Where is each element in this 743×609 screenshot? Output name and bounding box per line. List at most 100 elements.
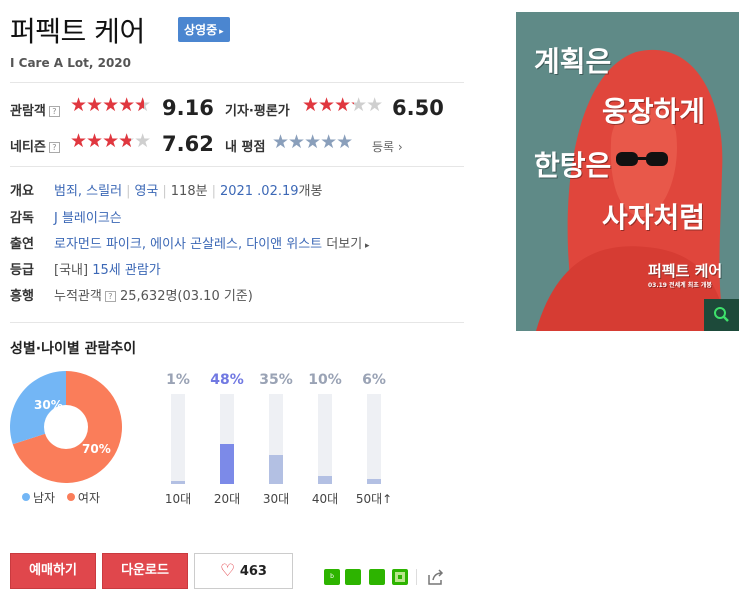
divider [416,569,417,585]
audience-count-label: 누적관객 [54,289,102,304]
cast-more-link[interactable]: 더보기 ▸ [326,237,369,252]
movie-title: 퍼펙트 케어 [10,15,145,48]
age-label-text: 40대 [311,492,339,506]
age-pct-label: 48% [210,372,244,388]
caret-right-icon: ▸ [362,241,370,251]
age-label-text: 50대 [355,492,383,506]
director-label: 감독 [10,211,34,226]
demographics-title: 성별·나이별 관람추이 [10,341,137,357]
status-badge[interactable]: 상영중 ▸ [178,17,230,42]
share-icon[interactable] [427,569,445,585]
poster-tagline-3: 한탕은 [534,149,612,182]
age-bar [269,455,283,484]
grade-label: 등급 [10,263,34,278]
legend-female: 여자 [66,491,100,505]
age-bar-track [318,394,332,484]
zoom-button[interactable] [704,299,739,331]
age-bar [220,444,234,484]
overview-label: 개요 [10,184,34,199]
poster-tagline-4: 사자처럼 [602,201,706,234]
audience-count: 25,632명(03.10 기준) [119,289,253,304]
release-suffix: 개봉 [298,184,323,199]
cafe-share-icon[interactable] [345,569,361,585]
country-link[interactable]: 영국 [134,184,158,199]
gender-legend: 남자 여자 [22,489,100,506]
age-bar-track [220,394,234,484]
chevron-right-icon: › [397,140,403,154]
age-bar [318,476,332,484]
age-label-text: 30대 [262,492,290,506]
my-rating-label: 내 평점 [225,140,266,155]
like-count: 463 [239,564,267,579]
legend-male: 남자 [22,491,55,505]
like-button[interactable]: ♡ 463 [194,553,293,589]
age-label: 20대 [207,490,247,507]
release-date-link[interactable]: 2021 .02.19 [220,184,299,199]
age-label: 30대 [256,490,296,507]
gender-donut-chart: 30% 70% [10,371,122,483]
age-pct-label: 6% [362,372,386,388]
age-bar-track [269,394,283,484]
audience-rating-label: 관람객? [10,100,60,119]
magnifier-icon [714,307,729,322]
box-office-value: 누적관객? 25,632명(03.10 기준) [54,285,253,304]
download-button[interactable]: 다운로드 [102,553,188,589]
my-rating-stars[interactable]: ★★★★★ [272,133,353,152]
help-icon[interactable]: ? [48,142,60,153]
cast-label: 출연 [10,237,34,252]
male-pct-label: 30% [34,398,63,412]
age-label-text: 20대 [213,492,241,506]
overview-value: 범죄, 스릴러 | 영국 | 118분 | 2021 .02.19개봉 [54,184,323,199]
status-badge-label: 상영중 [184,23,218,37]
divider [10,82,464,83]
director-link[interactable]: J 블레이크슨 [54,207,122,226]
age-bar-chart: 1% 10대 48% 20대 35% 30대 10% 40대 6% 50대↑ [162,372,412,512]
age-bar-track [171,394,185,484]
movie-poster[interactable]: 계획은 웅장하게 한탕은 사자처럼 퍼펙트 케어 03.19 전세계 최초 개봉 [516,12,739,331]
age-bar [367,479,381,484]
age-suffix: ↑ [382,492,393,506]
help-icon[interactable]: ? [104,291,116,302]
critics-score: 6.50 [392,96,444,120]
poster-title: 퍼펙트 케어 [648,262,723,280]
heart-icon: ♡ [220,561,236,581]
cast-link[interactable]: 로자먼드 파이크, 에이사 곤살레스, 다이앤 위스트 [54,237,322,252]
cast-value: 로자먼드 파이크, 에이사 곤살레스, 다이앤 위스트 더보기 ▸ [54,233,370,252]
register-rating-link[interactable]: 등록 › [372,138,403,155]
critics-stars: ★★★★★★ [302,94,383,116]
grade-prefix: [국내] [54,263,89,278]
age-label: 10대 [158,490,198,507]
audience-stars: ★★★★★ ★ [70,94,151,116]
memo-share-icon[interactable] [392,569,408,585]
age-label-text: 10대 [164,492,192,506]
age-bar [171,481,185,484]
audience-score: 9.16 [162,96,214,120]
poster-tagline-2: 웅장하게 [602,95,706,128]
chevron-right-icon: ▸ [219,27,224,37]
female-pct-label: 70% [82,442,111,456]
genre-link[interactable]: 범죄, 스릴러 [54,184,122,199]
reserve-button[interactable]: 예매하기 [10,553,96,589]
divider [10,322,464,323]
netizen-rating-label: 네티즌? [10,136,60,155]
divider [10,166,464,167]
poster-release-note: 03.19 전세계 최초 개봉 [648,282,712,289]
runtime: 118분 [170,184,208,199]
age-label: 40대 [305,490,345,507]
age-label: 50대↑ [354,490,394,507]
age-pct-label: 1% [166,372,190,388]
box-office-label: 흥행 [10,289,34,304]
netizen-score: 7.62 [162,132,214,156]
bookmark-share-icon[interactable] [369,569,385,585]
critics-rating-label: 기자·평론가 [225,104,290,119]
help-icon[interactable]: ? [48,106,60,117]
grade-value: [국내] 15세 관람가 [54,259,161,278]
grade-link[interactable]: 15세 관람가 [92,263,161,278]
netizen-stars: ★★★★ ★ ★ [70,130,151,152]
age-pct-label: 35% [259,372,293,388]
poster-tagline-1: 계획은 [534,45,612,78]
blog-share-icon[interactable]: b [324,569,340,585]
movie-subtitle: I Care A Lot, 2020 [10,56,132,70]
age-bar-track [367,394,381,484]
age-pct-label: 10% [308,372,342,388]
